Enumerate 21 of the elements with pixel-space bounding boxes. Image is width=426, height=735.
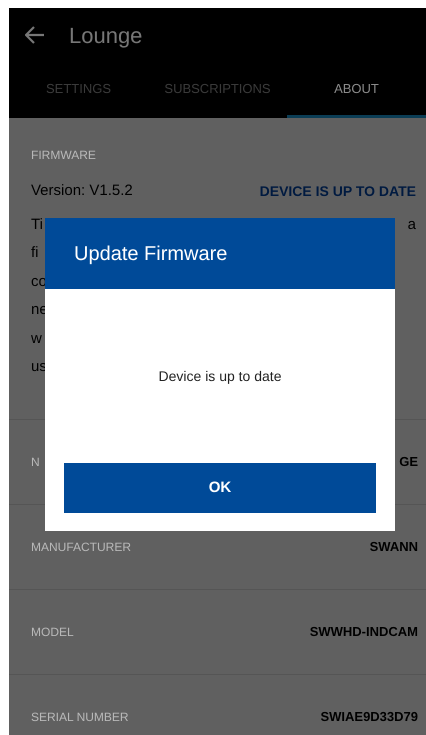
ok-button[interactable]: OK: [64, 463, 376, 513]
tab[interactable]: ABOUT: [287, 62, 426, 118]
description-text: fi: [31, 243, 38, 264]
info-value: GE: [399, 453, 418, 472]
info-label: MANUFACTURER: [31, 539, 132, 556]
firmware-status: DEVICE IS UP TO DATE: [260, 182, 416, 201]
firmware-version: Version: V1.5.2: [31, 181, 133, 201]
info-value: SWWHD-INDCAM: [310, 623, 418, 642]
description-text: w: [31, 328, 42, 349]
screen-title: Lounge: [69, 22, 142, 50]
description-text: a: [408, 214, 416, 234]
info-value: SWANN: [370, 538, 418, 556]
back-arrow-icon[interactable]: [25, 26, 45, 44]
description-text: Ti: [31, 214, 43, 234]
dialog-title: Update Firmware: [45, 218, 395, 289]
info-label: SERIAL NUMBER: [31, 709, 129, 726]
info-label: MODEL: [31, 624, 74, 641]
info-value: SWIAE9D33D79: [320, 708, 418, 726]
section-label: FIRMWARE: [31, 147, 97, 164]
dialog-message: Device is up to date: [158, 366, 282, 386]
info-label: N: [31, 454, 40, 471]
